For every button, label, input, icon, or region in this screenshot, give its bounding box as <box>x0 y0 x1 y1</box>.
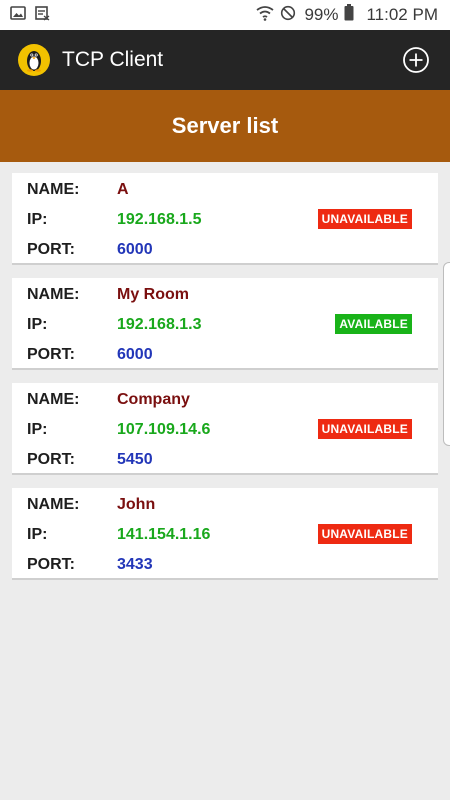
add-server-button[interactable] <box>402 46 430 74</box>
do-not-disturb-icon <box>280 5 296 26</box>
status-right: 99% 11:02 PM <box>256 4 450 26</box>
server-list: NAME: A IP: 192.168.1.5 PORT: 6000 UNAVAILA… <box>12 173 438 593</box>
add-circle-icon <box>403 47 429 73</box>
server-list-header: Server list <box>0 90 450 162</box>
page-title: Server list <box>171 113 279 138</box>
server-name: John <box>117 496 156 513</box>
server-name: A <box>117 181 129 198</box>
status-badge: UNAVAILABLE <box>317 419 412 439</box>
ip-label: IP: <box>27 211 48 228</box>
name-label: NAME: <box>27 496 80 513</box>
status-badge: UNAVAILABLE <box>317 524 412 544</box>
port-label: PORT: <box>27 346 75 363</box>
server-port: 6000 <box>117 346 153 363</box>
status-bar: 99% 11:02 PM <box>0 0 450 30</box>
battery-icon <box>344 4 354 26</box>
port-label: PORT: <box>27 451 75 468</box>
name-label: NAME: <box>27 286 80 303</box>
name-label: NAME: <box>27 391 80 408</box>
image-icon <box>10 5 26 26</box>
server-port: 3433 <box>117 556 153 573</box>
server-ip: 192.168.1.3 <box>117 316 202 333</box>
server-ip: 141.154.1.16 <box>117 526 211 543</box>
wifi-icon <box>256 5 274 26</box>
port-label: PORT: <box>27 556 75 573</box>
screenshot-icon <box>34 5 50 26</box>
app-title: TCP Client <box>62 48 164 71</box>
server-card[interactable]: NAME: Company IP: 107.109.14.6 PORT: 5450 U… <box>12 383 438 475</box>
server-ip: 107.109.14.6 <box>117 421 211 438</box>
battery-percent: 99% <box>304 5 339 24</box>
server-port: 6000 <box>117 241 153 258</box>
ip-label: IP: <box>27 421 48 438</box>
ip-label: IP: <box>27 526 48 543</box>
server-card[interactable]: NAME: A IP: 192.168.1.5 PORT: 6000 UNAVAILA… <box>12 173 438 265</box>
server-name: Company <box>117 391 190 408</box>
server-name: My Room <box>117 286 189 303</box>
name-label: NAME: <box>27 181 80 198</box>
ip-label: IP: <box>27 316 48 333</box>
server-card[interactable]: NAME: John IP: 141.154.1.16 PORT: 3433 UNAV… <box>12 488 438 580</box>
status-left <box>0 5 50 26</box>
penguin-icon <box>18 44 50 76</box>
status-badge: UNAVAILABLE <box>317 209 412 229</box>
server-card[interactable]: NAME: My Room IP: 192.168.1.3 PORT: 6000 AV… <box>12 278 438 370</box>
status-badge: AVAILABLE <box>335 314 412 334</box>
server-ip: 192.168.1.5 <box>117 211 202 228</box>
edge-panel-handle[interactable] <box>443 262 450 446</box>
clock: 11:02 PM <box>366 5 438 24</box>
app-bar: TCP Client <box>0 30 450 90</box>
server-port: 5450 <box>117 451 153 468</box>
port-label: PORT: <box>27 241 75 258</box>
